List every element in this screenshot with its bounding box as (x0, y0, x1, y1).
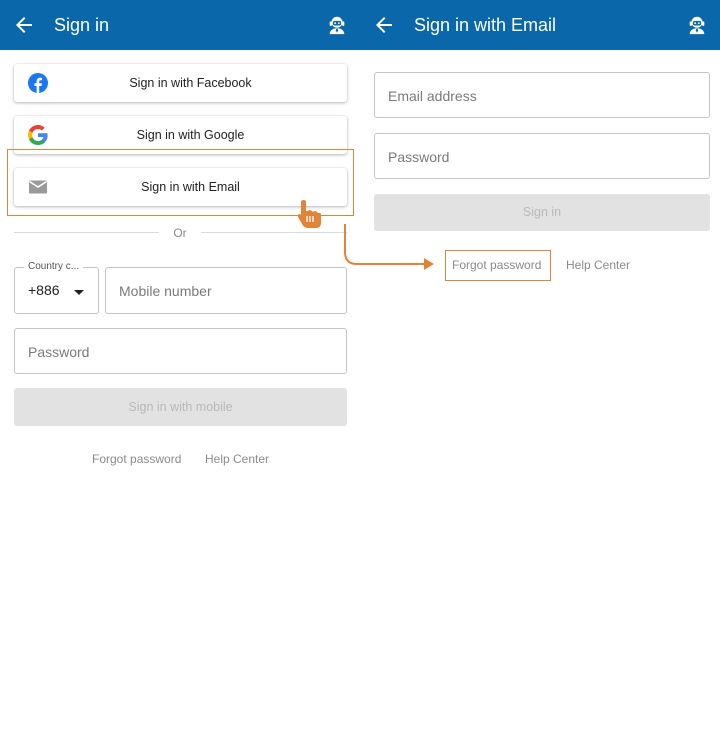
mobile-number-input[interactable]: Mobile number (105, 267, 347, 314)
country-code-select[interactable]: +886 (14, 267, 99, 314)
password-placeholder: Password (388, 149, 450, 165)
sign-in-mobile-button[interactable]: Sign in with mobile (14, 388, 347, 426)
mobile-number-placeholder: Mobile number (119, 283, 212, 299)
help-center-link[interactable]: Help Center (566, 258, 630, 272)
app-bar: Sign in with Email (360, 0, 720, 50)
divider-line-right (201, 232, 347, 233)
sign-in-button[interactable]: Sign in (374, 194, 710, 231)
password-input[interactable]: Password (14, 328, 347, 374)
app-bar: Sign in (0, 0, 360, 50)
sign-in-email-screen: Sign in with Email Email address Passwor… (360, 0, 720, 730)
page: Sign in Sign in with Facebook Sign in wi… (0, 0, 720, 730)
back-arrow-icon[interactable] (372, 13, 396, 37)
facebook-button-label: Sign in with Facebook (129, 76, 252, 90)
sign-in-screen: Sign in Sign in with Facebook Sign in wi… (0, 0, 360, 730)
google-button-label: Sign in with Google (136, 128, 245, 142)
customer-support-icon[interactable] (686, 14, 708, 36)
facebook-sign-in-button[interactable]: Sign in with Facebook (14, 64, 347, 102)
divider-line-left (14, 232, 159, 233)
customer-support-icon[interactable] (326, 14, 348, 36)
country-code-label: Country c... (24, 261, 84, 272)
back-arrow-icon[interactable] (12, 13, 36, 37)
page-title: Sign in (54, 15, 110, 35)
or-divider-text: Or (173, 226, 187, 240)
email-button-highlight (7, 149, 354, 216)
help-center-link[interactable]: Help Center (205, 452, 269, 466)
forgot-password-highlight (445, 250, 551, 281)
email-address-input[interactable]: Email address (374, 72, 710, 118)
dropdown-caret-icon (74, 290, 84, 295)
password-input[interactable]: Password (374, 133, 710, 179)
forgot-password-link[interactable]: Forgot password (92, 452, 181, 466)
password-placeholder: Password (28, 344, 90, 360)
email-address-placeholder: Email address (388, 88, 477, 104)
country-code-value: +886 (28, 282, 60, 298)
page-title: Sign in with Email (414, 15, 557, 35)
